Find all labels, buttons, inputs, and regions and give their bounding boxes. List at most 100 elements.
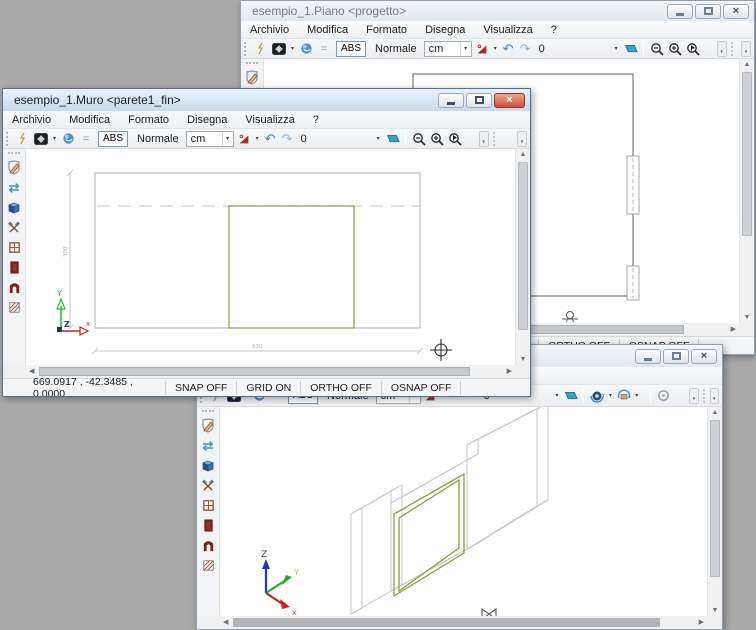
- plan-opening[interactable]: [627, 156, 639, 214]
- toolbar-overflow-button[interactable]: ▾: [741, 41, 751, 57]
- verify-shield-icon[interactable]: [243, 68, 262, 87]
- menu-archivio[interactable]: Archivio: [3, 114, 60, 126]
- unit-select[interactable]: cm▾: [424, 41, 472, 57]
- undo-icon[interactable]: ↶: [263, 131, 278, 147]
- crosshair-target-icon[interactable]: [33, 131, 49, 147]
- toolbar-overflow-button[interactable]: ▾: [479, 131, 489, 147]
- chevron-down-icon[interactable]: ▾: [492, 45, 499, 52]
- tools-hammers-icon[interactable]: [5, 218, 24, 237]
- hatch-panel-icon[interactable]: [5, 298, 24, 317]
- snap-sphere-icon[interactable]: [298, 41, 314, 57]
- rotate-view-icon[interactable]: [616, 388, 632, 404]
- menu-modifica[interactable]: Modifica: [298, 24, 357, 36]
- sync-arrows-icon[interactable]: ⇄: [199, 436, 218, 455]
- window-frame-icon[interactable]: [5, 238, 24, 257]
- angle-icon[interactable]: [474, 41, 490, 57]
- toolbar-overflow-button[interactable]: ▾: [689, 388, 698, 404]
- tools-hammers-icon[interactable]: [199, 476, 218, 495]
- maximize-button[interactable]: [466, 93, 492, 108]
- lightning-icon[interactable]: [253, 41, 269, 57]
- abs-button[interactable]: ABS: [336, 41, 366, 57]
- toolbar-overflow-button[interactable]: ▾: [710, 388, 719, 404]
- menu-formato[interactable]: Formato: [119, 114, 178, 126]
- arch-door-icon[interactable]: [5, 278, 24, 297]
- chevron-down-icon[interactable]: ▾: [375, 135, 382, 142]
- wall-elevation-canvas[interactable]: 300 930 Y x Z: [26, 149, 515, 365]
- cube-icon[interactable]: [199, 456, 218, 475]
- axonometric-canvas[interactable]: Z Y x: [220, 407, 707, 616]
- redo-icon[interactable]: ↷: [280, 131, 295, 147]
- menu-visualizza[interactable]: Visualizza: [474, 24, 541, 36]
- zoom-extents-icon[interactable]: [429, 131, 445, 147]
- toolbar-grip[interactable]: [244, 42, 248, 56]
- door-icon[interactable]: [5, 258, 24, 277]
- pan-circle-icon[interactable]: [656, 388, 671, 404]
- crosshair-target-icon[interactable]: [271, 41, 287, 57]
- maximize-button[interactable]: [695, 4, 721, 19]
- menu-disegna[interactable]: Disegna: [416, 24, 474, 36]
- minimize-button[interactable]: [635, 349, 661, 364]
- window-muro[interactable]: esempio_1.Muro <parete1_fin> × Archivio …: [2, 88, 531, 397]
- equals-icon[interactable]: =: [78, 131, 94, 147]
- zoom-window-icon[interactable]: [685, 41, 701, 57]
- chevron-down-icon[interactable]: ▾: [613, 45, 620, 52]
- zoom-window-icon[interactable]: [447, 131, 463, 147]
- equals-icon[interactable]: =: [316, 41, 332, 57]
- menu-help[interactable]: ?: [542, 24, 566, 36]
- chevron-down-icon[interactable]: ▾: [554, 392, 560, 399]
- grid-toggle[interactable]: GRID ON: [236, 381, 300, 395]
- titlebar-piano[interactable]: esempio_1.Piano <progetto> ×: [241, 1, 754, 21]
- vertical-scrollbar[interactable]: ▲ ▼: [739, 59, 754, 323]
- window-frame-3d[interactable]: [394, 474, 464, 596]
- sync-arrows-icon[interactable]: ⇄: [5, 178, 24, 197]
- chevron-down-icon[interactable]: ▾: [634, 392, 640, 399]
- menu-help[interactable]: ?: [304, 114, 328, 126]
- zoom-out-icon[interactable]: [411, 131, 427, 147]
- snap-toggle[interactable]: SNAP OFF: [165, 381, 236, 395]
- close-button[interactable]: ×: [723, 4, 749, 19]
- orbit-3d-icon[interactable]: [589, 388, 605, 404]
- layer-diamond-icon[interactable]: [384, 131, 400, 147]
- titlebar-muro[interactable]: esempio_1.Muro <parete1_fin> ×: [3, 89, 530, 111]
- snap-sphere-icon[interactable]: [60, 131, 76, 147]
- toolbar-overflow-button[interactable]: ▾: [717, 41, 727, 57]
- window-rect-selected[interactable]: [229, 206, 354, 328]
- horizontal-scrollbar[interactable]: ◀ ▶: [220, 616, 707, 629]
- window-frame-icon[interactable]: [199, 496, 218, 515]
- menu-modifica[interactable]: Modifica: [60, 114, 119, 126]
- toolbar-overflow-button[interactable]: ▾: [517, 131, 527, 147]
- menu-disegna[interactable]: Disegna: [178, 114, 236, 126]
- chevron-down-icon[interactable]: ▾: [51, 135, 58, 142]
- door-icon[interactable]: [199, 516, 218, 535]
- undo-icon[interactable]: ↶: [501, 41, 516, 57]
- toolbar-grip[interactable]: [6, 132, 10, 146]
- arch-door-icon[interactable]: [199, 536, 218, 555]
- abs-button[interactable]: ABS: [98, 131, 128, 147]
- minimize-button[interactable]: [667, 4, 693, 19]
- hatch-panel-icon[interactable]: [199, 556, 218, 575]
- cube-icon[interactable]: [5, 198, 24, 217]
- vertical-scrollbar[interactable]: ▲ ▼: [515, 149, 530, 365]
- ortho-toggle[interactable]: ORTHO OFF: [300, 381, 381, 395]
- layer-diamond-icon[interactable]: [622, 41, 638, 57]
- lightning-icon[interactable]: [15, 131, 31, 147]
- menu-visualizza[interactable]: Visualizza: [236, 114, 303, 126]
- horizontal-scrollbar[interactable]: ◀ ▶: [26, 365, 515, 378]
- menu-formato[interactable]: Formato: [357, 24, 416, 36]
- chevron-down-icon[interactable]: ▾: [254, 135, 261, 142]
- osnap-toggle[interactable]: OSNAP OFF: [381, 381, 460, 395]
- chevron-down-icon[interactable]: ▾: [607, 392, 613, 399]
- layer-diamond-icon[interactable]: [562, 388, 578, 404]
- menu-archivio[interactable]: Archivio: [241, 24, 298, 36]
- minimize-button[interactable]: [438, 93, 464, 108]
- angle-icon[interactable]: [236, 131, 252, 147]
- chevron-down-icon[interactable]: ▾: [289, 45, 296, 52]
- vertical-scrollbar[interactable]: ▲ ▼: [707, 407, 722, 616]
- close-button[interactable]: ×: [494, 93, 525, 108]
- verify-shield-icon[interactable]: [5, 158, 24, 177]
- unit-select[interactable]: cm▾: [186, 131, 234, 147]
- maximize-button[interactable]: [663, 349, 689, 364]
- zoom-extents-icon[interactable]: [667, 41, 683, 57]
- redo-icon[interactable]: ↷: [518, 41, 533, 57]
- close-button[interactable]: ×: [691, 349, 717, 364]
